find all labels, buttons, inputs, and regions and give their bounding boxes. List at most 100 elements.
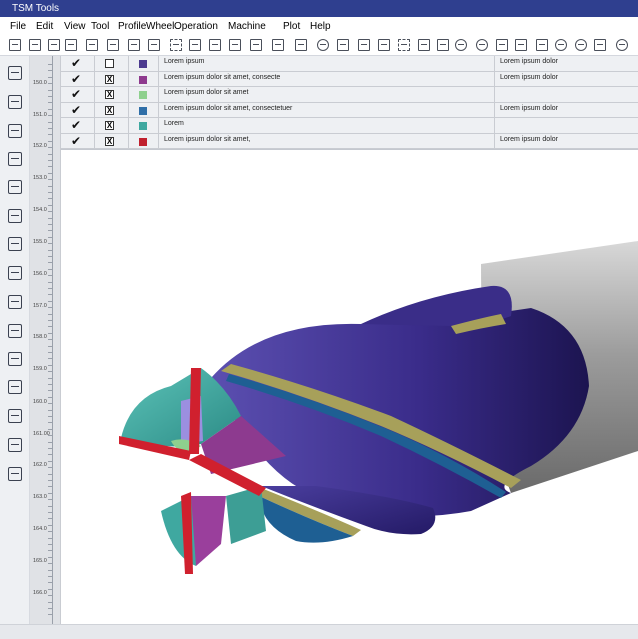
row-description: Lorem ipsum dolor sit amet — [164, 89, 249, 96]
toggle-box[interactable]: X — [105, 121, 114, 130]
color-swatch[interactable] — [139, 122, 147, 130]
bookmark-icon[interactable] — [8, 438, 22, 452]
color-swatch[interactable] — [139, 60, 147, 68]
table-row[interactable]: ✔ X Lorem ipsum dolor sit amet — [61, 87, 638, 103]
expand-icon[interactable] — [337, 39, 349, 51]
ruler-tick — [48, 332, 53, 334]
crop-icon[interactable] — [189, 39, 201, 51]
calendar-icon[interactable] — [8, 237, 22, 251]
table-row[interactable]: ✔ X Lorem ipsum dolor sit amet, consecte… — [61, 102, 638, 118]
table-row[interactable]: ✔ Lorem ipsum Lorem ipsum dolor — [61, 56, 638, 72]
ruler-tick — [48, 448, 53, 449]
check-icon[interactable]: ✔ — [71, 134, 81, 148]
transform-icon[interactable] — [437, 39, 449, 51]
menu-plot[interactable]: Plot — [283, 17, 300, 36]
reset-icon[interactable] — [616, 39, 628, 51]
ruler-tick — [48, 499, 53, 501]
table-icon[interactable] — [148, 39, 160, 51]
gears-icon[interactable] — [575, 39, 587, 51]
menu-file[interactable]: File — [10, 17, 26, 36]
toggle-box[interactable]: X — [105, 105, 114, 115]
toggle-box[interactable]: X — [105, 136, 114, 146]
scissors-icon[interactable] — [8, 467, 22, 481]
color-swatch[interactable] — [139, 75, 147, 84]
color-swatch[interactable] — [139, 91, 147, 99]
ruler-tick — [48, 582, 53, 584]
ruler-tick — [48, 441, 53, 443]
bar-chart-icon[interactable] — [8, 409, 22, 423]
table-row[interactable]: ✔ X Lorem — [61, 118, 638, 134]
rotate-icon[interactable] — [418, 39, 430, 51]
check-icon[interactable]: ✔ — [71, 88, 81, 101]
text-tool-icon[interactable] — [8, 95, 22, 109]
ruler-tick — [48, 544, 53, 545]
ruler-icon[interactable] — [209, 39, 221, 51]
flag-icon[interactable] — [229, 39, 241, 51]
cloud-download-icon[interactable] — [455, 39, 467, 51]
table-icon[interactable] — [65, 39, 77, 51]
document-edit-icon[interactable] — [8, 152, 22, 166]
toggle-box[interactable] — [105, 59, 114, 68]
ruler-label: 160.0 — [33, 399, 47, 405]
link-icon[interactable] — [536, 39, 548, 51]
ruler-tick — [48, 160, 53, 161]
menu-profile[interactable]: Profile — [118, 17, 146, 36]
row-description: Lorem ipsum dolor sit amet, consecte — [164, 73, 281, 81]
toggle-box[interactable]: X — [105, 90, 114, 99]
menu-view[interactable]: View — [64, 17, 86, 36]
layout-icon[interactable] — [8, 209, 22, 223]
tools-icon[interactable] — [8, 324, 22, 338]
ruler-tick — [48, 288, 53, 289]
new-file-icon[interactable] — [9, 39, 21, 51]
menu-tool[interactable]: Tool — [91, 17, 109, 36]
bottle-icon[interactable] — [8, 124, 22, 138]
add-window-icon[interactable] — [8, 180, 22, 194]
menu-help[interactable]: Help — [310, 17, 331, 36]
toggle-box[interactable]: X — [105, 74, 114, 84]
direction-icon[interactable] — [8, 380, 22, 394]
grinder-icon[interactable] — [8, 295, 22, 309]
grid-icon[interactable] — [48, 39, 60, 51]
ruler-tick — [48, 563, 53, 565]
pointer-icon[interactable] — [295, 39, 307, 51]
cloud-upload-icon[interactable] — [476, 39, 488, 51]
lock-icon[interactable] — [515, 39, 527, 51]
user-profile-icon[interactable] — [8, 352, 22, 366]
lock-icon[interactable] — [496, 39, 508, 51]
machine-icon[interactable] — [8, 266, 22, 280]
import-icon[interactable] — [358, 39, 370, 51]
move-icon[interactable] — [317, 39, 329, 51]
check-icon[interactable]: ✔ — [71, 57, 81, 70]
settings-icon[interactable] — [555, 39, 567, 51]
ruler-label: 153.0 — [33, 175, 47, 181]
open-file-icon[interactable] — [29, 39, 41, 51]
ruler-tick — [48, 595, 53, 597]
dashboard-icon[interactable] — [8, 66, 22, 80]
ruler-tick — [48, 192, 53, 193]
table-row[interactable]: ✔ X Lorem ipsum dolor sit amet, Lorem ip… — [61, 133, 638, 149]
export-icon[interactable] — [378, 39, 390, 51]
table-icon[interactable] — [107, 39, 119, 51]
check-icon[interactable]: ✔ — [71, 119, 81, 132]
ruler-tick — [48, 134, 53, 136]
node-icon[interactable] — [170, 39, 182, 51]
ruler-tick — [48, 576, 53, 577]
table-icon[interactable] — [86, 39, 98, 51]
menu-operation[interactable]: Operation — [174, 17, 218, 36]
ruler-tick — [48, 64, 53, 65]
check-icon[interactable]: ✔ — [71, 103, 81, 117]
ruler-tick — [48, 614, 53, 616]
table-icon[interactable] — [128, 39, 140, 51]
menu-wheel[interactable]: Wheel — [146, 17, 174, 36]
copy-icon[interactable] — [594, 39, 606, 51]
color-swatch[interactable] — [139, 137, 147, 146]
vector-icon[interactable] — [272, 39, 284, 51]
table-row[interactable]: ✔ X Lorem ipsum dolor sit amet, consecte… — [61, 71, 638, 87]
comment-icon[interactable] — [250, 39, 262, 51]
color-swatch[interactable] — [139, 106, 147, 115]
ruler-tick — [48, 108, 53, 110]
menu-machine[interactable]: Machine — [228, 17, 266, 36]
frame-icon[interactable] — [398, 39, 410, 51]
check-icon[interactable]: ✔ — [71, 72, 81, 86]
menu-edit[interactable]: Edit — [36, 17, 53, 36]
